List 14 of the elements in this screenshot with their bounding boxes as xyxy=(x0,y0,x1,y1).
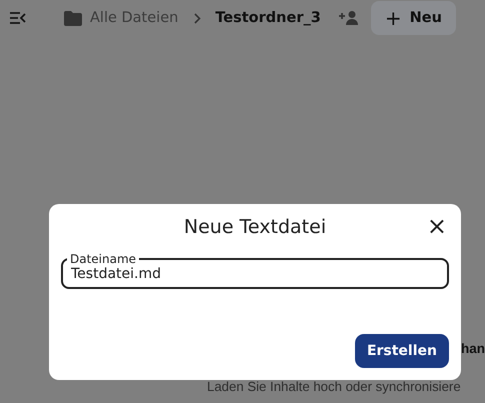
field-label: Dateiname xyxy=(69,252,138,266)
folder-icon xyxy=(64,10,82,26)
dialog-title: Neue Textdatei xyxy=(184,216,326,238)
empty-title: han xyxy=(461,341,485,356)
close-button[interactable]: × xyxy=(424,214,449,238)
current-folder[interactable]: Testordner_3 xyxy=(215,10,321,26)
create-button[interactable]: Erstellen xyxy=(354,334,449,368)
text-input[interactable]: Testdatei.md xyxy=(71,266,371,282)
chevron-icon xyxy=(194,12,202,24)
add-person-icon[interactable] xyxy=(338,11,359,25)
filename-field[interactable]: Dateiname Testdatei.md xyxy=(61,252,449,289)
empty-subtitle: Laden Sie Inhalte hoch oder synchronisiere xyxy=(207,379,461,394)
new-button[interactable]: + Neu xyxy=(370,1,456,35)
menu-icon[interactable] xyxy=(10,12,26,24)
